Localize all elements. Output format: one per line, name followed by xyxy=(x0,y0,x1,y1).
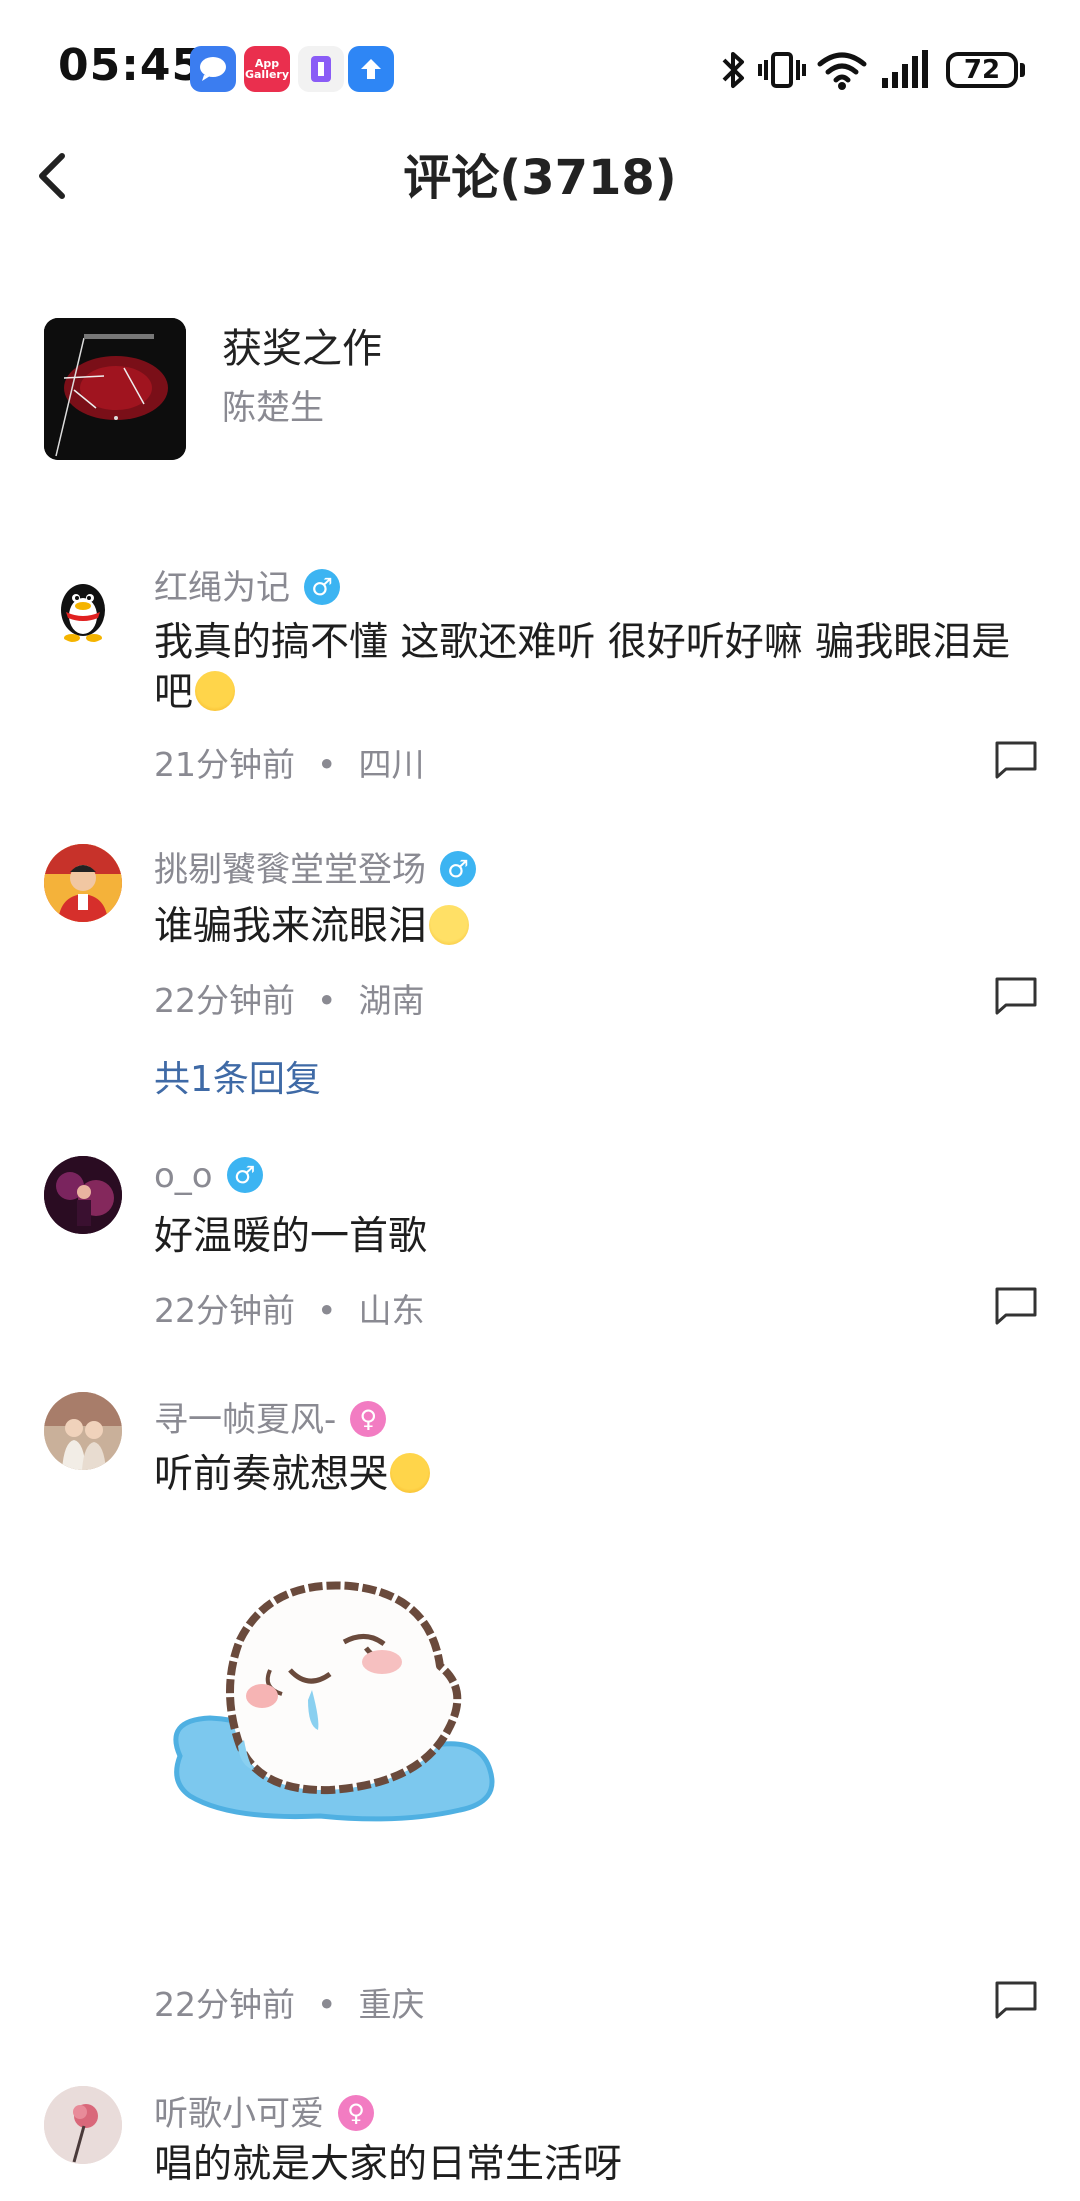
crying-emoji-icon xyxy=(390,1453,431,1493)
wifi-icon xyxy=(816,44,868,96)
avatar[interactable] xyxy=(44,566,122,644)
status-time: 05:45 xyxy=(58,40,204,91)
male-icon: ♂ xyxy=(226,1156,263,1193)
comment-body: 我真的搞不懂 这歌还难听 很好听好嘛 骗我眼泪是吧 xyxy=(154,620,1011,715)
comment-text: 我真的搞不懂 这歌还难听 很好听好嘛 骗我眼泪是吧 xyxy=(154,618,1034,718)
penguin-avatar-icon xyxy=(61,584,105,642)
meta-dot: • xyxy=(317,981,337,1020)
comment-meta: 22分钟前 • 重庆 xyxy=(154,1978,424,2026)
comment-body: 好温暖的一首歌 xyxy=(154,1214,428,1259)
female-icon: ♀ xyxy=(338,2094,374,2131)
comment-text: 好温暖的一首歌 xyxy=(154,1212,1034,1262)
username-text[interactable]: 挑剔饕餮堂堂登场 xyxy=(154,850,426,890)
comment-time: 22分钟前 xyxy=(154,1291,295,1330)
male-icon: ♂ xyxy=(440,850,476,887)
concert-avatar-icon xyxy=(44,1156,122,1234)
reply-icon[interactable] xyxy=(994,1980,1038,2020)
comment-meta: 22分钟前 • 湖南 xyxy=(154,974,424,1022)
person-avatar-icon xyxy=(44,844,122,922)
comment-location: 重庆 xyxy=(358,1985,425,2024)
page-title: 评论(3718) xyxy=(403,150,677,206)
comment-text: 唱的就是大家的日常生活呀 xyxy=(154,2140,1034,2190)
comment-text: 听前奏就想哭 xyxy=(154,1450,1034,1500)
battery-icon: 72 xyxy=(946,52,1018,88)
album-art-image xyxy=(44,318,186,460)
comment-username[interactable]: 听歌小可爱 ♀ xyxy=(154,2086,374,2135)
comment-time: 22分钟前 xyxy=(154,1985,295,2024)
comment-username[interactable]: o_o ♂ xyxy=(154,1156,263,1196)
comment-time: 21分钟前 xyxy=(154,745,295,784)
reply-icon[interactable] xyxy=(994,740,1038,780)
crying-emoji-icon xyxy=(195,671,236,711)
username-text[interactable]: 听歌小可爱 xyxy=(154,2094,324,2134)
female-icon: ♀ xyxy=(350,1400,387,1437)
meta-dot: • xyxy=(317,745,337,784)
username-text[interactable]: 红绳为记 xyxy=(154,568,290,608)
song-title[interactable]: 获奖之作 xyxy=(222,316,382,374)
comment-body: 谁骗我来流眼泪 xyxy=(154,904,428,949)
reply-icon[interactable] xyxy=(994,1286,1038,1326)
app-gallery-icon: App Gallery xyxy=(244,46,290,92)
comment-text: 谁骗我来流眼泪 xyxy=(154,902,1034,952)
username-text[interactable]: 寻一帧夏风- xyxy=(154,1400,336,1440)
avatar[interactable] xyxy=(44,2086,122,2164)
comment-location: 四川 xyxy=(358,745,425,784)
bluetooth-icon xyxy=(718,44,748,96)
crying-seal-sticker[interactable] xyxy=(170,1570,550,1870)
smile-emoji-icon xyxy=(429,905,470,945)
album-cover[interactable] xyxy=(44,318,186,460)
comment-username[interactable]: 挑剔饕餮堂堂登场 ♂ xyxy=(154,842,476,891)
comment-meta: 22分钟前 • 山东 xyxy=(154,1284,424,1332)
status-bar: 05:45 App Gallery 72 xyxy=(0,0,1080,140)
avatar[interactable] xyxy=(44,1156,122,1234)
comment-body: 听前奏就想哭 xyxy=(154,1452,389,1497)
comment-location: 湖南 xyxy=(358,981,425,1020)
meta-dot: • xyxy=(317,1985,337,2024)
comment-username[interactable]: 红绳为记 ♂ xyxy=(154,560,340,609)
app-icon xyxy=(298,46,344,92)
battery-tip xyxy=(1020,63,1025,77)
comment-meta: 21分钟前 • 四川 xyxy=(154,738,424,786)
comment-time: 22分钟前 xyxy=(154,981,295,1020)
flower-avatar-icon xyxy=(44,2086,122,2164)
comment-username[interactable]: 寻一帧夏风- ♀ xyxy=(154,1392,387,1441)
upload-icon xyxy=(348,46,394,92)
photo-avatar-icon xyxy=(44,1392,122,1470)
username-text[interactable]: o_o xyxy=(154,1156,213,1196)
song-artist[interactable]: 陈楚生 xyxy=(222,380,324,429)
avatar[interactable] xyxy=(44,844,122,922)
comment-body: 唱的就是大家的日常生活呀 xyxy=(154,2142,623,2187)
avatar[interactable] xyxy=(44,1392,122,1470)
view-replies-link[interactable]: 共1条回复 xyxy=(154,1050,321,1102)
male-icon: ♂ xyxy=(304,568,340,605)
vibrate-icon xyxy=(758,44,806,96)
messages-icon xyxy=(190,46,236,92)
reply-icon[interactable] xyxy=(994,976,1038,1016)
signal-icon xyxy=(880,44,930,96)
comment-location: 山东 xyxy=(358,1291,425,1330)
meta-dot: • xyxy=(317,1291,337,1330)
